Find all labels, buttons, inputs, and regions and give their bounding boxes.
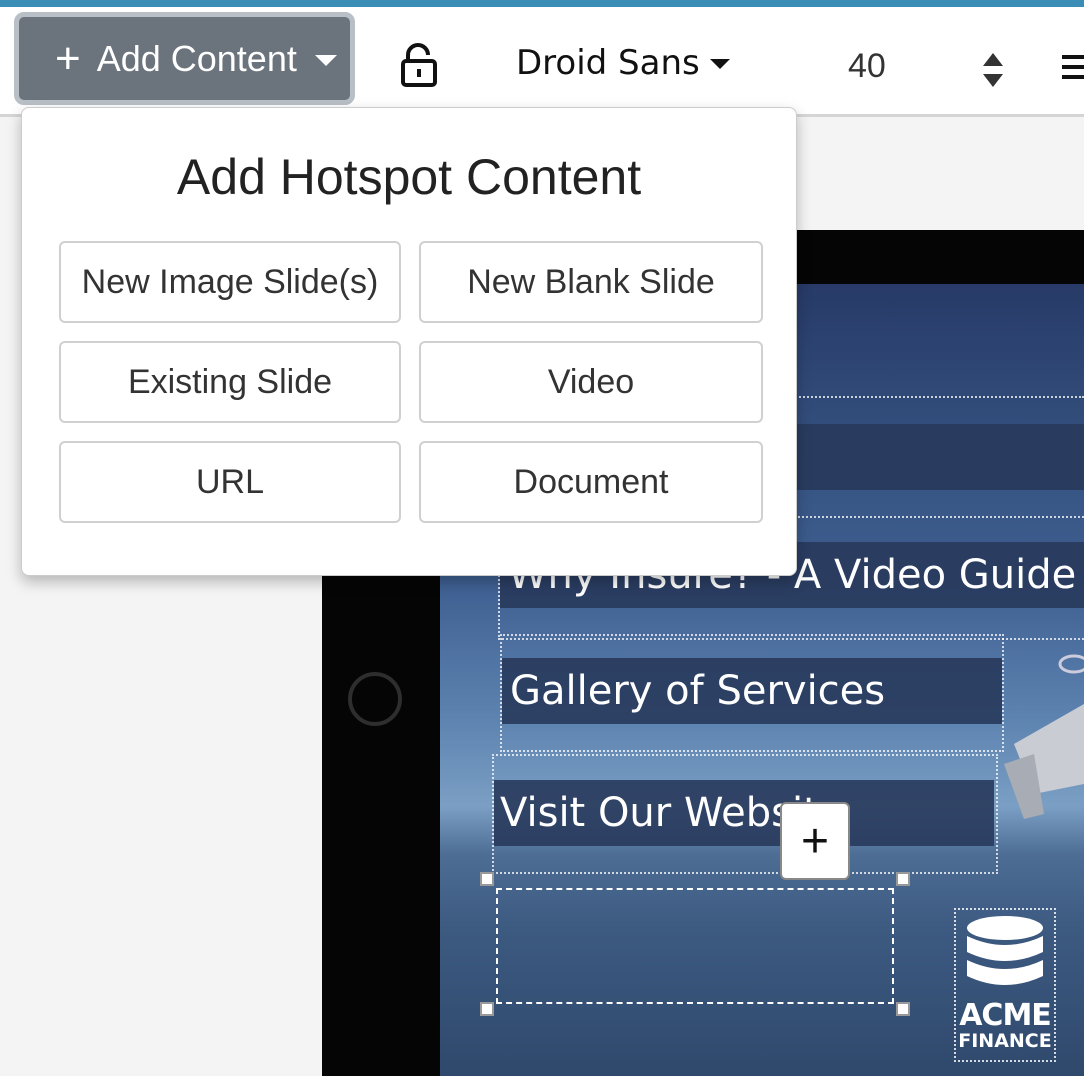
- font-size-stepper-icon[interactable]: [982, 53, 1004, 87]
- font-family-select[interactable]: Droid Sans: [516, 43, 730, 83]
- existing-slide-button[interactable]: Existing Slide: [59, 341, 401, 423]
- logo-line1: ACME: [959, 998, 1052, 1033]
- add-content-button[interactable]: + Add Content: [14, 12, 355, 105]
- font-family-value: Droid Sans: [516, 43, 700, 83]
- top-accent-bar: [0, 0, 1084, 7]
- resize-handle[interactable]: [480, 1002, 494, 1016]
- slide-menu-item[interactable]: Visit Our Website: [494, 780, 994, 846]
- home-button-icon: [348, 672, 402, 726]
- selected-hotspot[interactable]: [496, 888, 894, 1004]
- video-button[interactable]: Video: [419, 341, 763, 423]
- resize-handle[interactable]: [480, 872, 494, 886]
- slide-menu-item[interactable]: Gallery of Services: [502, 658, 1002, 724]
- add-hotspot-content-popover: Add Hotspot Content New Image Slide(s) N…: [21, 107, 797, 576]
- plus-icon: +: [55, 33, 81, 83]
- logo-line2: FINANCE: [958, 1030, 1052, 1052]
- chevron-down-icon: [709, 59, 730, 69]
- popover-title: Add Hotspot Content: [176, 149, 642, 205]
- url-button[interactable]: URL: [59, 441, 401, 523]
- add-content-label: Add Content: [96, 37, 297, 79]
- new-image-slide-button[interactable]: New Image Slide(s): [59, 241, 401, 323]
- unlock-icon[interactable]: [398, 43, 440, 87]
- document-button[interactable]: Document: [419, 441, 763, 523]
- chevron-down-icon: [314, 55, 337, 66]
- resize-handle[interactable]: [896, 1002, 910, 1016]
- acme-finance-logo: ACME FINANCE: [954, 908, 1056, 1062]
- editor-toolbar: + Add Content Droid Sans 40: [0, 7, 1084, 117]
- align-menu-icon[interactable]: [1060, 51, 1084, 85]
- add-hotspot-button[interactable]: +: [780, 802, 850, 880]
- plus-icon: +: [800, 814, 830, 868]
- new-blank-slide-button[interactable]: New Blank Slide: [419, 241, 763, 323]
- slide-menu-item-label: Gallery of Services: [510, 668, 886, 714]
- database-icon: [967, 916, 1043, 985]
- airplane-image: [1004, 654, 1084, 819]
- font-size-value[interactable]: 40: [848, 47, 886, 86]
- resize-handle[interactable]: [896, 872, 910, 886]
